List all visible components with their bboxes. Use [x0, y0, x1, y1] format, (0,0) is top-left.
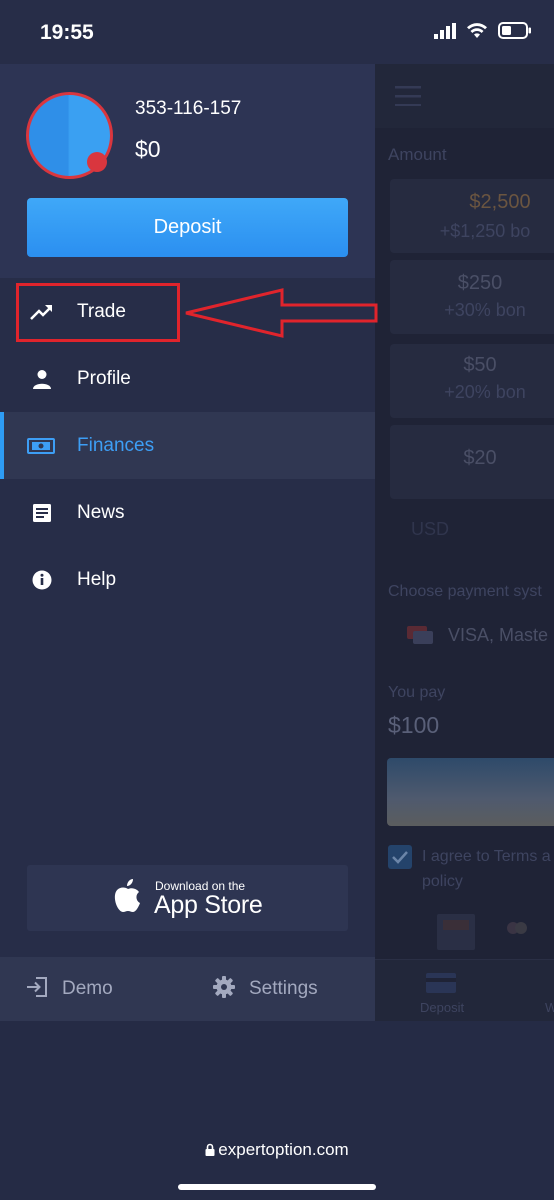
app-store-badge[interactable]: Download on the App Store [27, 865, 348, 931]
bg-header [375, 64, 554, 128]
bg-payment-method: VISA, Maste [448, 625, 549, 645]
bg-amount-card: $250 +30% bon [390, 260, 554, 334]
menu-item-help[interactable]: Help [0, 546, 375, 613]
bg-card-bonus: +$1,250 bo [439, 221, 531, 241]
info-icon [30, 568, 54, 592]
menu-item-label: Help [77, 568, 117, 590]
bg-card-value: $250 [457, 272, 503, 294]
bg-currency: USD [411, 519, 450, 539]
notification-dot [87, 152, 107, 172]
browser-url[interactable]: expertoption.com [0, 1140, 554, 1161]
menu-item-finances[interactable]: Finances [0, 412, 375, 479]
demo-label: Demo [62, 978, 113, 999]
card-icon [405, 622, 435, 651]
lock-icon [205, 1141, 215, 1161]
menu-item-label: News [77, 501, 125, 523]
money-icon [27, 434, 55, 458]
signal-icon [434, 22, 456, 44]
bg-card-value: $2,500 [469, 191, 531, 213]
bg-amount-card: $20 [390, 425, 554, 499]
home-indicator[interactable] [178, 1184, 376, 1190]
bg-tab-bar: Deposit W [375, 959, 554, 1021]
drawer-footer: Demo Settings [0, 957, 375, 1021]
bg-tab-deposit: Deposit [420, 1000, 465, 1015]
app-store-big-text: App Store [154, 891, 263, 919]
status-bar: 19:55 [0, 0, 554, 64]
background-deposit-screen: Amount $2,500 +$1,250 bo $250 +30% bon $… [375, 64, 554, 1021]
status-time: 19:55 [40, 21, 94, 44]
battery-icon [498, 22, 532, 44]
bg-card-value: $20 [463, 447, 497, 469]
hamburger-icon [395, 86, 421, 111]
bg-tab-w: W [545, 1000, 554, 1015]
bg-agree-text: I agree to Terms a [422, 848, 551, 865]
wifi-icon [466, 22, 488, 44]
news-icon [30, 501, 54, 525]
menu-item-label: Finances [77, 434, 155, 456]
bg-you-pay-value: $100 [388, 712, 440, 738]
bg-amount-label: Amount [388, 145, 447, 164]
menu-item-profile[interactable]: Profile [0, 345, 375, 412]
demo-button[interactable]: Demo [26, 957, 113, 1021]
bg-card-bonus: +30% bon [444, 300, 526, 320]
bg-agree-text-2: policy [422, 873, 463, 890]
menu-item-label: Profile [77, 367, 131, 389]
account-panel: 353-116-157 $0 Deposit [0, 64, 375, 278]
mastercard-logo-icon [503, 920, 543, 947]
url-text: expertoption.com [218, 1140, 349, 1159]
settings-button[interactable]: Settings [213, 957, 318, 1021]
deposit-button[interactable]: Deposit [27, 198, 348, 257]
user-icon [30, 367, 54, 391]
account-id: 353-116-157 [135, 98, 242, 119]
menu-item-news[interactable]: News [0, 479, 375, 546]
visa-logo-icon [437, 914, 475, 955]
account-balance: $0 [135, 136, 161, 162]
bg-you-pay-label: You pay [388, 684, 446, 701]
checkbox-icon [388, 845, 412, 874]
bg-amount-card: $2,500 +$1,250 bo [390, 179, 554, 253]
settings-label: Settings [249, 978, 318, 999]
bg-card-bonus: +20% bon [444, 382, 526, 402]
wallet-icon [425, 972, 457, 999]
apple-icon [113, 878, 143, 919]
bg-card-value: $50 [463, 354, 497, 376]
gear-icon [213, 975, 235, 1003]
side-drawer: 353-116-157 $0 Deposit Trade Profile Fin… [0, 64, 375, 1021]
bg-choose-payment: Choose payment syst [388, 583, 542, 600]
annotation-arrow [185, 288, 378, 338]
annotation-highlight-box [16, 283, 180, 342]
login-icon [26, 976, 48, 1003]
status-icons [434, 22, 532, 44]
bg-pay-button [387, 758, 554, 826]
bg-amount-card: $50 +20% bon [390, 344, 554, 418]
